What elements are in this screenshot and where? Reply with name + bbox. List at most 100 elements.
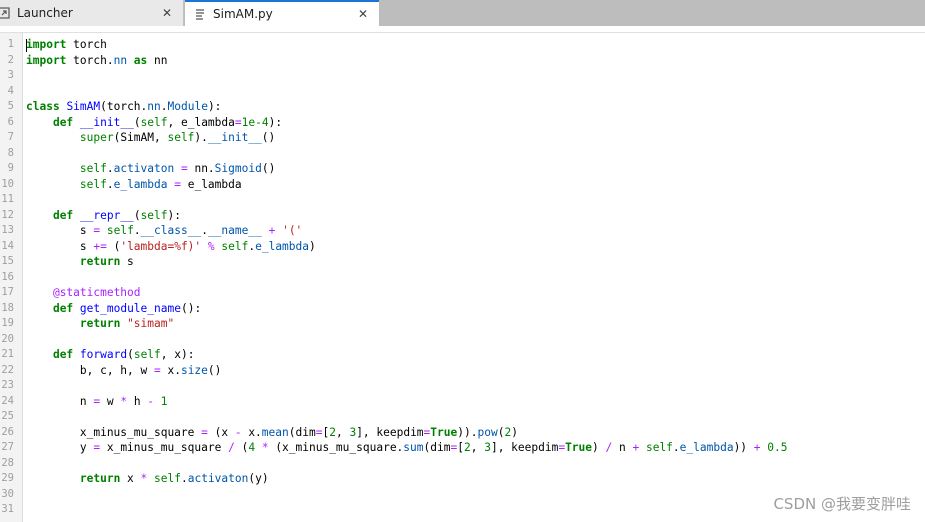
code-token: mean — [261, 425, 289, 439]
line-number: 18 — [1, 301, 14, 314]
code-line[interactable]: 2 import torch.nn as nn — [0, 53, 925, 69]
code-token: '(' — [282, 224, 303, 237]
tab-launcher[interactable]: Launcher ✕ — [0, 0, 184, 26]
code-token: ) — [592, 441, 606, 454]
code-token: @staticmethod — [52, 286, 141, 299]
code-text: import torch — [26, 37, 107, 53]
code-line[interactable]: 29 return x * self.activaton(y) — [0, 471, 925, 487]
code-token: e_lambda — [255, 239, 309, 253]
code-text: return x * self.activaton(y) — [26, 471, 269, 487]
code-token: self — [140, 115, 168, 129]
code-line[interactable]: 7 super(SimAM, self).__init__() — [0, 130, 925, 146]
line-number: 7 — [7, 131, 14, 143]
code-token: self — [79, 162, 107, 175]
code-text: def __repr__(self): — [26, 208, 181, 224]
code-token: nn — [147, 53, 168, 67]
code-line[interactable]: 9 self.activaton = nn.Sigmoid() — [0, 161, 925, 177]
code-line[interactable]: 19 return "simam" — [0, 316, 925, 332]
line-number: 30 — [1, 487, 14, 500]
code-text: s += ('lambda=%f)' % self.e_lambda) — [26, 239, 316, 255]
code-token: self — [106, 224, 134, 237]
code-token: sum — [403, 441, 424, 454]
line-number: 8 — [7, 146, 14, 159]
code-line[interactable]: 10 self.e_lambda = e_lambda — [0, 177, 925, 193]
code-line[interactable]: 26 x_minus_mu_square = (x - x.mean(dim=[… — [0, 425, 925, 441]
code-text: return "simam" — [26, 316, 174, 332]
code-token: nn — [113, 53, 128, 67]
code-token: ) — [309, 239, 316, 253]
code-line[interactable]: 22 b, c, h, w = x.size() — [0, 363, 925, 379]
code-text: y = x_minus_mu_square / (4 * (x_minus_mu… — [26, 440, 788, 456]
code-line[interactable]: 8 — [0, 146, 925, 162]
code-token: Sigmoid — [214, 162, 262, 175]
code-line[interactable]: 5 class SimAM(torch.nn.Module): — [0, 99, 925, 115]
code-token: = — [174, 177, 181, 191]
code-line[interactable]: 6 def __init__(self, e_lambda=1e-4): — [0, 115, 925, 131]
code-token: () — [261, 131, 276, 144]
code-line[interactable]: 4 — [0, 84, 925, 100]
code-token: ): — [167, 208, 181, 222]
code-token: . — [106, 162, 114, 175]
code-line[interactable]: 14 s += ('lambda=%f)' % self.e_lambda) — [0, 239, 925, 255]
code-editor[interactable]: 1 import torch 2 import torch.nn as nn 3 4 5 cl… — [0, 37, 925, 518]
code-line[interactable]: 12 def __repr__(self): — [0, 208, 925, 224]
code-line[interactable]: 15 return s — [0, 254, 925, 270]
close-icon[interactable]: ✕ — [355, 6, 371, 22]
code-token: e_lambda — [113, 177, 168, 191]
code-line[interactable]: 23 — [0, 378, 925, 394]
code-token: n — [26, 394, 94, 408]
code-line[interactable]: 27 y = x_minus_mu_square / (4 * (x_minus… — [0, 440, 925, 456]
close-icon[interactable]: ✕ — [159, 5, 175, 21]
code-line[interactable]: 3 — [0, 68, 925, 84]
code-token: def — [52, 115, 74, 129]
code-line[interactable]: 16 — [0, 270, 925, 286]
code-token: s — [26, 239, 94, 253]
line-number: 19 — [1, 317, 14, 329]
code-token: , — [470, 441, 485, 454]
code-token: ( — [127, 348, 134, 361]
code-token: )). — [457, 425, 478, 439]
code-line[interactable]: 1 import torch — [0, 37, 925, 53]
code-token: super — [79, 131, 114, 144]
code-line[interactable]: 20 — [0, 332, 925, 348]
code-text: def forward(self, x): — [26, 347, 195, 363]
code-line[interactable]: 17 @staticmethod — [0, 285, 925, 301]
line-number: 23 — [1, 379, 14, 391]
code-token: activaton — [187, 472, 249, 485]
code-line[interactable]: 25 — [0, 409, 925, 425]
tab-simam-py[interactable]: SimAM.py ✕ — [185, 0, 379, 26]
line-number: 22 — [1, 363, 14, 376]
code-token: (x_minus_mu_square. — [268, 441, 404, 454]
line-number: 9 — [7, 162, 14, 174]
launcher-icon — [0, 6, 11, 20]
code-token: s — [26, 224, 94, 237]
code-token: ( — [133, 115, 141, 129]
code-token: self — [154, 472, 181, 485]
code-token: x. — [160, 363, 181, 377]
code-token: 'lambda=%f)' — [120, 239, 202, 253]
code-line[interactable]: 28 — [0, 456, 925, 472]
code-token: . — [201, 224, 208, 237]
code-line[interactable]: 24 n = w * h - 1 — [0, 394, 925, 410]
code-text: n = w * h - 1 — [26, 394, 168, 410]
code-text: self.e_lambda = e_lambda — [26, 177, 242, 193]
code-line[interactable]: 18 def get_module_name(): — [0, 301, 925, 317]
code-line[interactable]: 21 def forward(self, x): — [0, 347, 925, 363]
code-token: size — [180, 363, 208, 377]
code-line[interactable]: 13 s = self.__class__.__name__ + '(' — [0, 223, 925, 239]
code-line[interactable]: 11 — [0, 192, 925, 208]
code-token: __name__ — [207, 224, 262, 237]
line-number: 24 — [1, 394, 14, 407]
code-token: , x): — [160, 348, 195, 361]
code-token: "simam" — [127, 317, 175, 330]
code-token: def — [52, 208, 74, 222]
code-token: return — [79, 317, 121, 330]
line-number: 25 — [1, 410, 14, 422]
